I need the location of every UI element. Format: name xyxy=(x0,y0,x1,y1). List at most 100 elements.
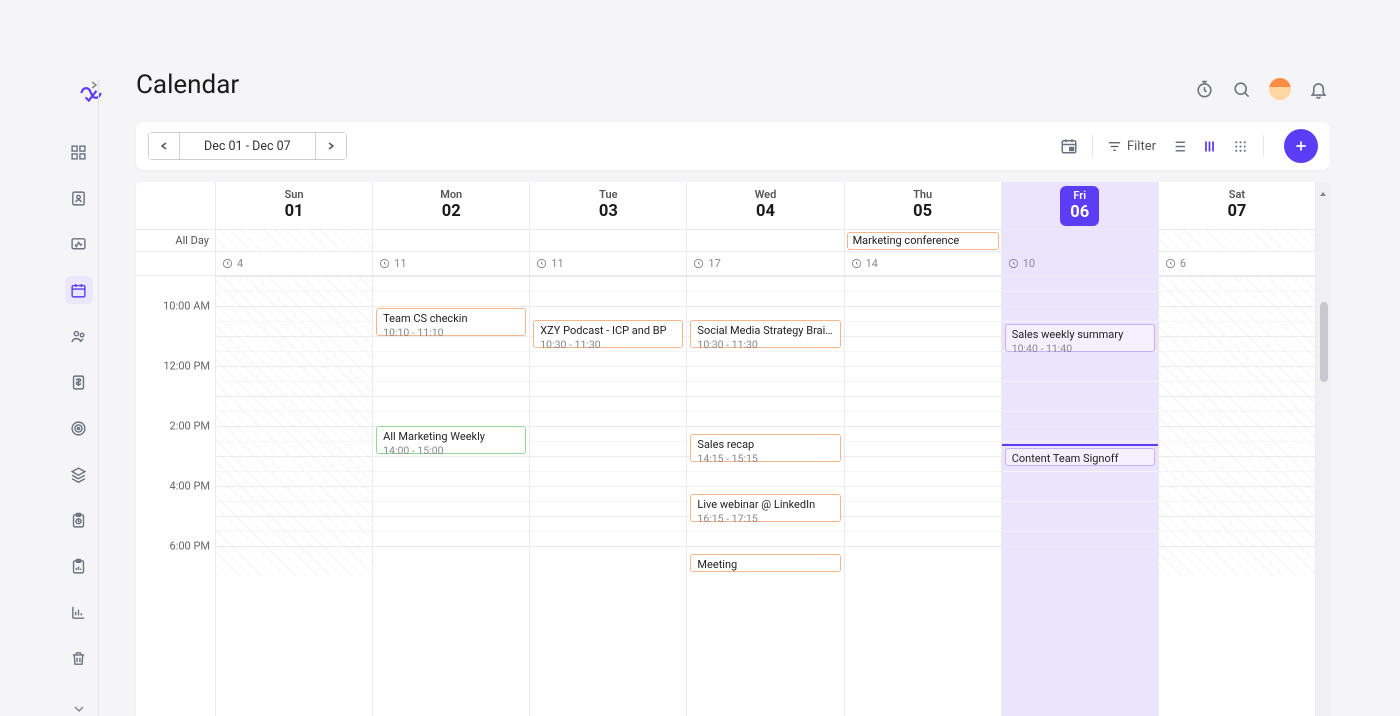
page-title: Calendar xyxy=(136,70,1330,100)
clock-icon xyxy=(851,258,862,269)
calendar-event[interactable]: Sales recap 14:15 - 15:15 xyxy=(690,434,840,462)
nav-contact-icon[interactable] xyxy=(65,184,93,212)
calendar-event[interactable]: Sales weekly summary 10:40 - 11:40 xyxy=(1005,324,1155,352)
scroll-thumb[interactable] xyxy=(1320,302,1328,382)
scrollbar[interactable] xyxy=(1316,182,1330,716)
time-label: 2:00 PM xyxy=(136,420,216,433)
calendar-event[interactable]: All Marketing Weekly 14:00 - 15:00 xyxy=(376,426,526,454)
day-number: 07 xyxy=(1159,202,1315,221)
event-time: 14:00 - 15:00 xyxy=(383,444,519,457)
prev-week-button[interactable] xyxy=(149,133,179,159)
day-number: 02 xyxy=(373,202,529,221)
calendar-event[interactable]: Team CS checkin 10:10 - 11:10 xyxy=(376,308,526,336)
event-count: 11 xyxy=(394,257,406,270)
nav-target-icon[interactable] xyxy=(65,414,93,442)
day-of-week: Sun xyxy=(216,188,372,201)
nav-report-icon[interactable] xyxy=(65,552,93,580)
nav-clipboard-clock-icon[interactable] xyxy=(65,506,93,534)
calendar-event[interactable]: Meeting xyxy=(690,554,840,572)
day-column-mon[interactable]: Mon02 11 Te xyxy=(373,182,530,716)
sidebar-expand-icon[interactable] xyxy=(89,80,99,90)
calendar-grid: All Day 10:00 AM 12:00 PM 2:00 PM 4:00 P… xyxy=(136,182,1330,716)
nav-dashboard-icon[interactable] xyxy=(65,138,93,166)
event-title: Social Media Strategy Brain... xyxy=(697,324,833,337)
event-time: 10:30 - 11:30 xyxy=(697,338,833,351)
current-time-indicator xyxy=(1002,444,1158,446)
clock-icon xyxy=(222,258,233,269)
view-columns-icon[interactable] xyxy=(1201,138,1218,155)
nav-layers-icon[interactable] xyxy=(65,460,93,488)
nav-chart-icon[interactable] xyxy=(65,598,93,626)
event-count: 14 xyxy=(866,257,878,270)
event-title: XZY Podcast - ICP and BP xyxy=(540,324,676,337)
event-title: All Marketing Weekly xyxy=(383,430,519,443)
day-of-week: Sat xyxy=(1159,188,1315,201)
day-column-fri[interactable]: Fri06 10 Sa xyxy=(1002,182,1159,716)
event-time: 10:40 - 11:40 xyxy=(1012,342,1148,355)
search-icon[interactable] xyxy=(1232,80,1251,99)
date-range-label[interactable]: Dec 01 - Dec 07 xyxy=(179,133,316,159)
day-number: 04 xyxy=(687,202,843,221)
time-label: 12:00 PM xyxy=(136,360,216,373)
calendar-event[interactable]: Social Media Strategy Brain... 10:30 - 1… xyxy=(690,320,840,348)
day-number: 03 xyxy=(530,202,686,221)
clock-icon xyxy=(693,258,704,269)
day-column-thu[interactable]: Thu05 Marketing conference 14 xyxy=(845,182,1002,716)
nav-activity-icon[interactable] xyxy=(65,230,93,258)
day-column-sun[interactable]: Sun01 4 xyxy=(216,182,373,716)
event-time: 16:15 - 17:15 xyxy=(697,512,833,525)
toolbar: Dec 01 - Dec 07 Filter xyxy=(136,122,1330,170)
day-of-week: Mon xyxy=(373,188,529,201)
nav-trash-icon[interactable] xyxy=(65,644,93,672)
event-time: 10:30 - 11:30 xyxy=(540,338,676,351)
event-count: 11 xyxy=(551,257,563,270)
next-week-button[interactable] xyxy=(316,133,346,159)
event-count: 17 xyxy=(708,257,720,270)
avatar[interactable] xyxy=(1269,78,1291,100)
clock-icon[interactable] xyxy=(1195,80,1214,99)
clock-icon xyxy=(1008,258,1019,269)
day-of-week: Tue xyxy=(530,188,686,201)
day-number: 01 xyxy=(216,202,372,221)
calendar-picker-icon[interactable] xyxy=(1060,137,1078,155)
event-time: 10:10 - 11:10 xyxy=(383,326,519,339)
clock-icon xyxy=(536,258,547,269)
event-title: Content Team Signoff xyxy=(1012,452,1148,465)
clock-icon xyxy=(379,258,390,269)
nav-invoice-icon[interactable] xyxy=(65,368,93,396)
add-event-button[interactable] xyxy=(1284,129,1318,163)
day-column-tue[interactable]: Tue03 11 XZ xyxy=(530,182,687,716)
event-time: 14:15 - 15:15 xyxy=(697,452,833,465)
event-title: Meeting xyxy=(697,558,833,571)
event-title: Sales recap xyxy=(697,438,833,451)
day-column-sat[interactable]: Sat07 6 xyxy=(1159,182,1316,716)
calendar-event[interactable]: Content Team Signoff xyxy=(1005,448,1155,466)
event-title: Live webinar @ LinkedIn xyxy=(697,498,833,511)
calendar-event[interactable]: Live webinar @ LinkedIn 16:15 - 17:15 xyxy=(690,494,840,522)
day-of-week: Fri xyxy=(1070,189,1089,202)
day-of-week: Wed xyxy=(687,188,843,201)
view-list-icon[interactable] xyxy=(1170,138,1187,155)
clock-icon xyxy=(1165,258,1176,269)
filter-button[interactable]: Filter xyxy=(1107,139,1156,154)
allday-event[interactable]: Marketing conference xyxy=(847,232,999,250)
time-label: 6:00 PM xyxy=(136,540,216,553)
day-column-wed[interactable]: Wed04 17 So xyxy=(687,182,844,716)
date-nav: Dec 01 - Dec 07 xyxy=(148,132,347,160)
chevron-down-icon[interactable] xyxy=(72,702,86,716)
event-count: 4 xyxy=(237,257,243,270)
nav-team-icon[interactable] xyxy=(65,322,93,350)
event-title: Team CS checkin xyxy=(383,312,519,325)
calendar-event[interactable]: XZY Podcast - ICP and BP 10:30 - 11:30 xyxy=(533,320,683,348)
nav-calendar-icon[interactable] xyxy=(65,276,93,304)
event-count: 10 xyxy=(1023,257,1035,270)
view-grid-icon[interactable] xyxy=(1232,138,1249,155)
day-number: 05 xyxy=(845,202,1001,221)
time-label: 10:00 AM xyxy=(136,300,216,313)
filter-label: Filter xyxy=(1127,139,1156,154)
event-count: 6 xyxy=(1180,257,1186,270)
time-label: 4:00 PM xyxy=(136,480,216,493)
allday-label: All Day xyxy=(136,230,215,252)
event-title: Sales weekly summary xyxy=(1012,328,1148,341)
bell-icon[interactable] xyxy=(1309,80,1328,99)
